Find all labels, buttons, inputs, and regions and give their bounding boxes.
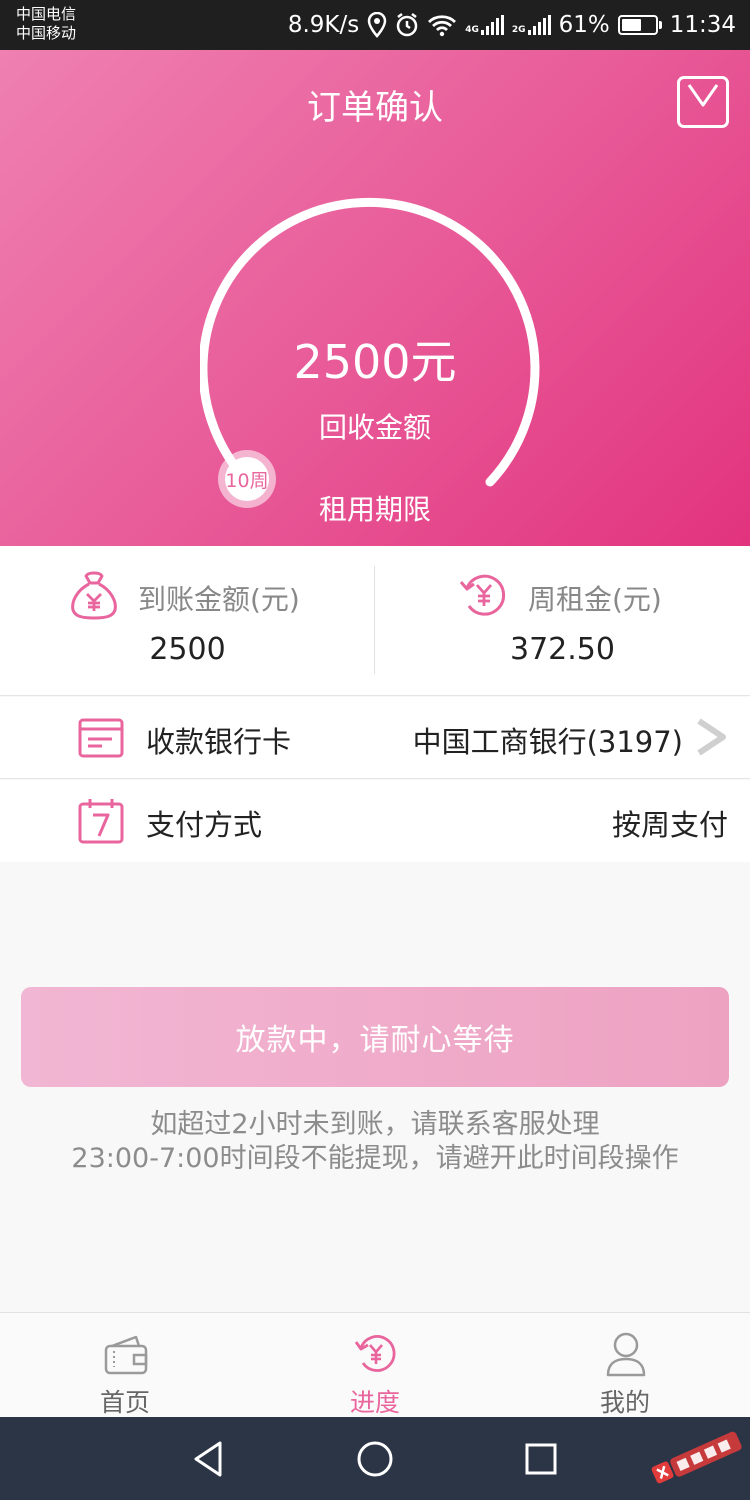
carrier-2: 中国移动 [16,24,77,42]
yen-refresh-icon [354,1335,396,1372]
system-navigation-bar [0,1417,750,1500]
chevron-right-icon [697,718,726,756]
recovery-amount-label: 回收金额 [318,411,431,444]
signal-2: 2G [512,15,551,35]
home-circle-icon[interactable] [353,1437,397,1481]
wallet-icon [104,1335,148,1375]
order-summary-header: 订单确认 2500元 回收金额 10周 租用期限 [0,50,750,546]
envelope-icon [687,84,719,107]
wifi-icon [428,15,457,37]
amount-stats: 到账金额(元) 2500 周租金(元) 372.50 [0,546,750,696]
payment-method-row: 支付方式 按周支付 [0,780,750,862]
tab-progress-label: 进度 [349,1388,400,1417]
payment-method-value: 按周支付 [611,808,728,842]
network-type-2: 2G [511,25,526,35]
watermark-logo [651,1431,742,1484]
received-amount-label: 到账金额(元) [138,583,300,616]
received-amount-stat: 到账金额(元) 2500 [0,546,375,696]
withdraw-time-notice: 23:00-7:00时间段不能提现，请避开此时间段操作 [71,1143,679,1174]
back-icon[interactable] [186,1437,230,1481]
recovery-amount: 2500元 [293,335,457,389]
bank-card-icon [78,718,124,758]
money-bag-icon [71,571,117,620]
rental-period-label: 租用期限 [318,493,431,526]
network-type-1: 4G [465,25,479,35]
carrier-1: 中国电信 [16,5,77,23]
bank-card-label: 收款银行卡 [146,725,292,759]
bottom-tab-bar: 首页 进度 我的 [0,1312,750,1417]
order-confirm-screen: 中国电信 中国移动 8.9K/s 4G 2G 61% 11:34 订单确认 25… [0,0,750,1500]
weekly-rent-value: 372.50 [510,632,615,667]
alarm-icon [397,13,418,37]
tab-mine-label: 我的 [599,1388,650,1417]
weekly-rent-label: 周租金(元) [528,583,662,616]
signal-1: 4G [465,15,504,35]
location-icon [368,12,387,38]
network-speed: 8.9K/s [287,12,360,38]
message-button[interactable] [677,76,729,128]
status-bar: 中国电信 中国移动 8.9K/s 4G 2G 61% 11:34 [0,0,750,50]
recents-square-icon[interactable] [519,1437,563,1481]
bank-card-value: 中国工商银行(3197) [412,725,683,759]
tab-progress[interactable]: 进度 [295,1313,455,1418]
status-indicators: 8.9K/s 4G 2G 61% 11:34 [288,9,736,41]
received-amount-value: 2500 [149,632,226,667]
disbursing-status-button[interactable]: 放款中，请耐心等待 [21,987,729,1087]
yen-refresh-icon [459,574,506,616]
tab-home[interactable]: 首页 [45,1313,205,1418]
calendar-icon [78,799,124,844]
signal-bars-2 [527,15,551,35]
signal-bars-1 [480,15,504,35]
battery-percent: 61% [558,12,610,38]
clock: 11:34 [669,12,736,38]
tab-mine[interactable]: 我的 [545,1313,705,1418]
carrier-info: 中国电信 中国移动 [16,5,76,43]
battery-icon [617,15,662,35]
payment-method-label: 支付方式 [146,808,263,842]
tab-home-label: 首页 [99,1388,150,1417]
page-title: 订单确认 [307,88,443,128]
weekly-rent-stat: 周租金(元) 372.50 [375,546,750,696]
user-icon [606,1332,646,1377]
bank-card-row[interactable]: 收款银行卡 中国工商银行(3197) [0,697,750,779]
